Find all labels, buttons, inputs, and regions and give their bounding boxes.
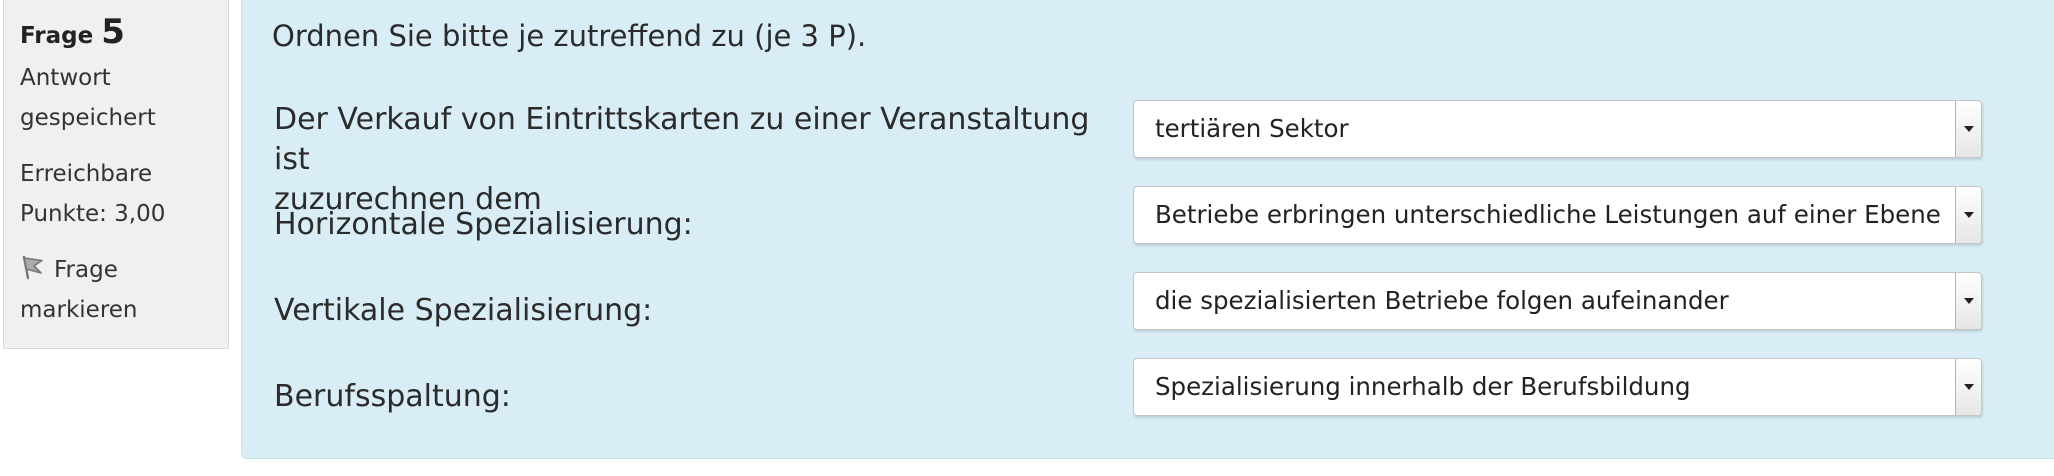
flag-question-link[interactable]: Frage markieren	[20, 250, 228, 330]
question-number-heading: Frage 5	[20, 10, 228, 58]
match-row-label-2: Horizontale Spezialisierung:	[274, 207, 693, 242]
chevron-down-icon[interactable]	[1955, 359, 1981, 415]
match-row-label-4: Berufsspaltung:	[274, 379, 511, 414]
flag-label-line2: markieren	[20, 297, 138, 323]
match-select-1-value: tertiären Sektor	[1155, 114, 1349, 143]
flag-icon	[20, 253, 46, 280]
chevron-down-icon[interactable]	[1955, 187, 1981, 243]
points-line1: Erreichbare	[20, 161, 153, 187]
match-row-label-3: Vertikale Spezialisierung:	[274, 293, 653, 328]
chevron-down-icon[interactable]	[1955, 101, 1981, 157]
match-select-2-value: Betriebe erbringen unterschiedliche Leis…	[1155, 200, 1941, 229]
match-select-4[interactable]: Spezialisierung innerhalb der Berufsbild…	[1133, 358, 1982, 416]
answer-status: Antwort gespeichert	[20, 58, 228, 138]
question-word: Frage	[20, 23, 94, 49]
match-row-label-1-line1: Der Verkauf von Eintrittskarten zu einer…	[274, 102, 1090, 177]
question-number: 5	[101, 12, 125, 52]
flag-label-line1: Frage	[54, 257, 118, 283]
match-select-3[interactable]: die spezialisierten Betriebe folgen aufe…	[1133, 272, 1982, 330]
match-select-2[interactable]: Betriebe erbringen unterschiedliche Leis…	[1133, 186, 1982, 244]
points-line2: Punkte: 3,00	[20, 201, 166, 227]
answer-status-line1: Antwort	[20, 65, 111, 91]
match-select-1[interactable]: tertiären Sektor	[1133, 100, 1982, 158]
question-content-panel: Ordnen Sie bitte je zutreffend zu (je 3 …	[241, 0, 2054, 459]
match-row-label-1: Der Verkauf von Eintrittskarten zu einer…	[274, 100, 1094, 220]
match-select-3-value: die spezialisierten Betriebe folgen aufe…	[1155, 286, 1729, 315]
answer-status-line2: gespeichert	[20, 105, 156, 131]
match-select-4-value: Spezialisierung innerhalb der Berufsbild…	[1155, 372, 1691, 401]
question-text: Ordnen Sie bitte je zutreffend zu (je 3 …	[272, 19, 867, 53]
achievable-points: Erreichbare Punkte: 3,00	[20, 154, 228, 234]
question-info-panel: Frage 5 Antwort gespeichert Erreichbare …	[3, 0, 229, 349]
chevron-down-icon[interactable]	[1955, 273, 1981, 329]
